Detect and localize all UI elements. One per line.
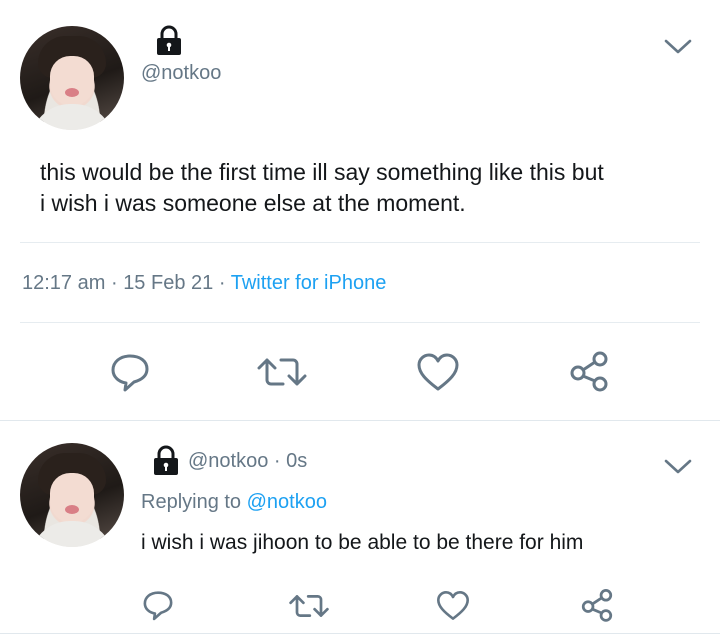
like-button[interactable]	[436, 590, 470, 621]
divider	[0, 420, 720, 421]
reply-button[interactable]	[108, 350, 152, 394]
reply-icon	[143, 591, 173, 621]
tweet-meta: 12:17 am · 15 Feb 21 · Twitter for iPhon…	[22, 272, 386, 295]
share-button[interactable]	[580, 588, 614, 622]
tweet-text-line-2: i wish i was someone else at the moment.	[40, 190, 466, 216]
avatar[interactable]	[20, 26, 124, 130]
like-button[interactable]	[416, 352, 460, 392]
tweet-client[interactable]: Twitter for iPhone	[231, 272, 387, 294]
meta-separator: ·	[110, 272, 118, 294]
tweet-text-line-1: this would be the first time ill say som…	[40, 159, 604, 185]
retweet-icon	[289, 595, 329, 617]
tweet-time[interactable]: 12:17 am	[22, 272, 105, 294]
divider	[0, 633, 720, 634]
reply-header: @notkoo · 0s	[188, 450, 307, 473]
reply-text: i wish i was jihoon to be able to be the…	[141, 531, 584, 554]
replying-to: Replying to @notkoo	[141, 491, 327, 514]
share-icon	[570, 351, 608, 392]
author-handle[interactable]: @notkoo	[141, 62, 221, 85]
like-icon	[417, 353, 459, 391]
share-button[interactable]	[568, 350, 610, 392]
divider	[20, 242, 700, 243]
reply-button[interactable]	[141, 588, 175, 622]
reply-avatar[interactable]	[20, 443, 124, 547]
chevron-down-icon[interactable]	[663, 38, 693, 56]
like-icon	[437, 591, 469, 620]
share-icon	[581, 589, 613, 622]
reply-handle[interactable]: @notkoo	[188, 450, 268, 472]
lock-icon	[157, 25, 181, 55]
meta-separator: ·	[273, 450, 281, 472]
chevron-down-icon[interactable]	[663, 458, 693, 476]
retweet-button[interactable]	[289, 590, 329, 622]
tweet-date[interactable]: 15 Feb 21	[123, 272, 213, 294]
divider	[20, 322, 700, 323]
replying-to-label: Replying to	[141, 491, 242, 513]
reply-icon	[111, 354, 149, 392]
retweet-button[interactable]	[257, 352, 307, 392]
lock-icon	[154, 445, 178, 475]
replying-to-handle[interactable]: @notkoo	[247, 491, 327, 513]
meta-separator: ·	[218, 272, 226, 294]
reply-age[interactable]: 0s	[286, 450, 307, 472]
retweet-icon	[257, 358, 307, 386]
